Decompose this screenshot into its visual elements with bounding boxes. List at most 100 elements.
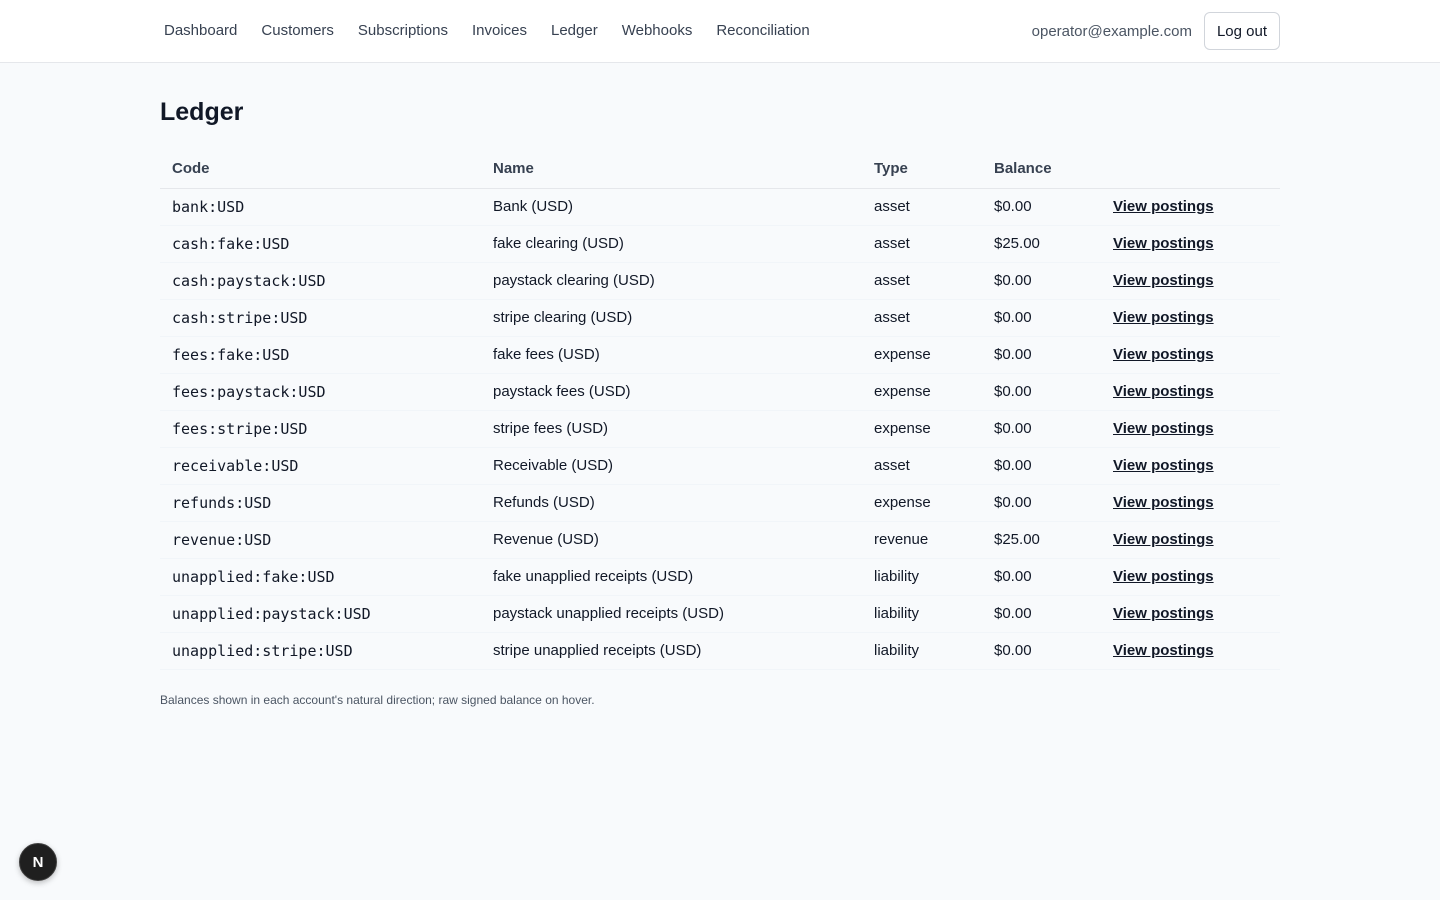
cell-type: expense — [862, 484, 982, 522]
cell-action: View postings — [1101, 410, 1280, 448]
table-row: fees:paystack:USD paystack fees (USD) expe… — [160, 373, 1280, 411]
cell-name: fake fees (USD) — [481, 336, 862, 374]
table-row: unapplied:paystack:USD paystack unapplied… — [160, 595, 1280, 633]
cell-code: revenue:USD — [160, 521, 481, 559]
cell-action: View postings — [1101, 632, 1280, 670]
view-postings-link[interactable]: View postings — [1113, 457, 1214, 474]
table-body: bank:USD Bank (USD) asset $0.00 View posting… — [160, 188, 1280, 670]
table-row: fees:stripe:USD stripe fees (USD) expense $… — [160, 410, 1280, 448]
cell-code: fees:stripe:USD — [160, 410, 481, 448]
cell-code: cash:paystack:USD — [160, 262, 481, 300]
nav-item-ledger[interactable]: Ledger — [551, 21, 598, 41]
cell-balance: $0.00 — [982, 188, 1101, 226]
table-row: cash:fake:USD fake clearing (USD) asset $25… — [160, 225, 1280, 263]
cell-action: View postings — [1101, 595, 1280, 633]
view-postings-link[interactable]: View postings — [1113, 605, 1214, 622]
view-postings-link[interactable]: View postings — [1113, 198, 1214, 215]
cell-type: asset — [862, 225, 982, 263]
table-row: fees:fake:USD fake fees (USD) expense $0.00… — [160, 336, 1280, 374]
cell-balance: $0.00 — [982, 558, 1101, 596]
table-row: cash:paystack:USD paystack clearing (USD)… — [160, 262, 1280, 300]
user-area: operator@example.com Log out — [1032, 12, 1280, 50]
table-row: refunds:USD Refunds (USD) expense $0.00 View… — [160, 484, 1280, 522]
cell-action: View postings — [1101, 558, 1280, 596]
cell-name: paystack fees (USD) — [481, 373, 862, 411]
cell-action: View postings — [1101, 225, 1280, 263]
cell-type: asset — [862, 188, 982, 226]
cell-code: bank:USD — [160, 188, 481, 226]
cell-name: stripe fees (USD) — [481, 410, 862, 448]
cell-name: fake clearing (USD) — [481, 225, 862, 263]
cell-type: asset — [862, 447, 982, 485]
cell-balance: $0.00 — [982, 447, 1101, 485]
cell-balance: $0.00 — [982, 262, 1101, 300]
nav-item-webhooks[interactable]: Webhooks — [622, 21, 693, 41]
cell-code: unapplied:fake:USD — [160, 558, 481, 596]
cell-action: View postings — [1101, 447, 1280, 485]
cell-name: paystack clearing (USD) — [481, 262, 862, 300]
view-postings-link[interactable]: View postings — [1113, 272, 1214, 289]
cell-type: asset — [862, 262, 982, 300]
view-postings-link[interactable]: View postings — [1113, 420, 1214, 437]
cell-name: fake unapplied receipts (USD) — [481, 558, 862, 596]
table-row: revenue:USD Revenue (USD) revenue $25.00 Vie… — [160, 521, 1280, 559]
table-header-row: Code Name Type Balance — [160, 150, 1280, 189]
top-navigation-bar: Dashboard Customers Subscriptions Invoic… — [0, 0, 1440, 63]
table-row: unapplied:fake:USD fake unapplied receipt… — [160, 558, 1280, 596]
cell-balance: $0.00 — [982, 336, 1101, 374]
cell-name: Receivable (USD) — [481, 447, 862, 485]
view-postings-link[interactable]: View postings — [1113, 494, 1214, 511]
table-row: receivable:USD Receivable (USD) asset $0.00… — [160, 447, 1280, 485]
cell-action: View postings — [1101, 299, 1280, 337]
cell-action: View postings — [1101, 262, 1280, 300]
table-row: bank:USD Bank (USD) asset $0.00 View posting… — [160, 188, 1280, 226]
balance-footnote: Balances shown in each account's natural… — [160, 693, 595, 707]
column-header-actions — [1101, 150, 1280, 189]
view-postings-link[interactable]: View postings — [1113, 309, 1214, 326]
user-email: operator@example.com — [1031, 22, 1192, 40]
table-row: unapplied:stripe:USD stripe unapplied rec… — [160, 632, 1280, 670]
cell-code: fees:fake:USD — [160, 336, 481, 374]
logout-button[interactable]: Log out — [1203, 12, 1280, 50]
cell-code: unapplied:stripe:USD — [160, 632, 481, 670]
cell-action: View postings — [1101, 188, 1280, 226]
cell-name: stripe unapplied receipts (USD) — [481, 632, 862, 670]
cell-balance: $25.00 — [982, 225, 1101, 263]
view-postings-link[interactable]: View postings — [1113, 568, 1214, 585]
cell-balance: $0.00 — [982, 632, 1101, 670]
cell-action: View postings — [1101, 484, 1280, 522]
cell-name: paystack unapplied receipts (USD) — [481, 595, 862, 633]
nav-item-reconciliation[interactable]: Reconciliation — [716, 21, 809, 41]
cell-action: View postings — [1101, 521, 1280, 559]
cell-balance: $0.00 — [982, 410, 1101, 448]
view-postings-link[interactable]: View postings — [1113, 346, 1214, 363]
nextjs-dev-icon[interactable]: N — [19, 843, 57, 881]
view-postings-link[interactable]: View postings — [1113, 531, 1214, 548]
nav-item-invoices[interactable]: Invoices — [472, 21, 527, 41]
nav-item-dashboard[interactable]: Dashboard — [164, 21, 237, 41]
view-postings-link[interactable]: View postings — [1113, 383, 1214, 400]
table-header: Code Name Type Balance — [160, 150, 1280, 189]
view-postings-link[interactable]: View postings — [1113, 642, 1214, 659]
cell-code: refunds:USD — [160, 484, 481, 522]
cell-balance: $0.00 — [982, 595, 1101, 633]
cell-type: expense — [862, 373, 982, 411]
cell-code: receivable:USD — [160, 447, 481, 485]
view-postings-link[interactable]: View postings — [1113, 235, 1214, 252]
cell-type: asset — [862, 299, 982, 337]
cell-balance: $25.00 — [982, 521, 1101, 559]
cell-type: expense — [862, 410, 982, 448]
nav-item-subscriptions[interactable]: Subscriptions — [358, 21, 448, 41]
cell-type: liability — [862, 632, 982, 670]
main-nav: Dashboard Customers Subscriptions Invoic… — [164, 0, 834, 62]
cell-code: cash:stripe:USD — [160, 299, 481, 337]
column-header-name: Name — [481, 150, 862, 189]
page-title: Ledger — [160, 98, 244, 126]
cell-code: fees:paystack:USD — [160, 373, 481, 411]
cell-code: unapplied:paystack:USD — [160, 595, 481, 633]
column-header-code: Code — [160, 150, 481, 189]
column-header-balance: Balance — [982, 150, 1101, 189]
cell-action: View postings — [1101, 373, 1280, 411]
cell-balance: $0.00 — [982, 484, 1101, 522]
nav-item-customers[interactable]: Customers — [261, 21, 334, 41]
